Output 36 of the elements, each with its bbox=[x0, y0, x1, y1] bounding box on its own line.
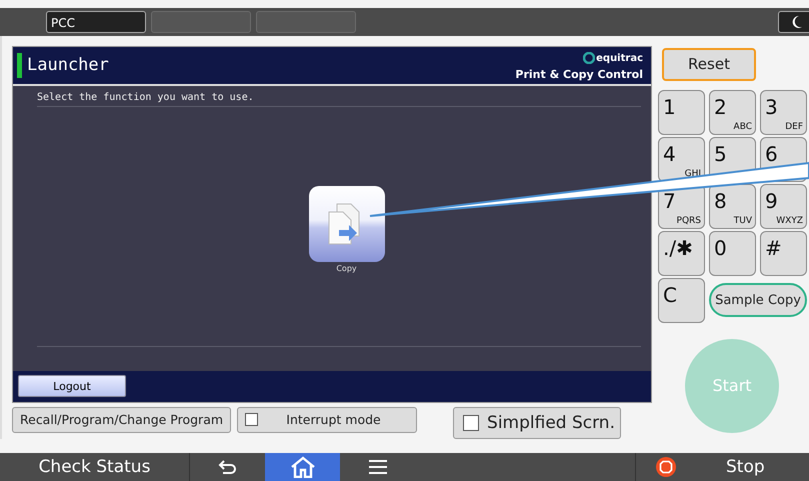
brand-subtitle: Print & Copy Control bbox=[515, 68, 643, 82]
stop-icon bbox=[656, 456, 676, 477]
keypad-key[interactable]: 2 ABC bbox=[709, 90, 756, 135]
top-tab[interactable]: PCC bbox=[46, 10, 146, 33]
sample-copy-button[interactable]: Sample Copy bbox=[709, 283, 807, 318]
checkbox[interactable] bbox=[463, 414, 480, 431]
logout-button[interactable]: Logout bbox=[18, 375, 126, 398]
keypad-key[interactable]: 1 bbox=[658, 90, 705, 135]
launcher-title: Launcher bbox=[27, 55, 109, 76]
recall-program-button[interactable]: Recall/Program/Change Program bbox=[12, 406, 232, 433]
back-arrow-icon bbox=[218, 460, 238, 474]
keypad-key[interactable]: 4 GHI bbox=[658, 136, 705, 182]
copy-app-button[interactable] bbox=[308, 186, 384, 262]
keypad-key[interactable]: 8 TUV bbox=[709, 184, 756, 229]
toggle-button[interactable]: Interrupt mode bbox=[237, 406, 418, 433]
home-button[interactable] bbox=[265, 452, 340, 481]
checkbox[interactable] bbox=[245, 413, 258, 426]
status-bar-mark bbox=[17, 52, 22, 78]
menu-icon bbox=[368, 460, 386, 474]
keypad-key[interactable]: 3 DEF bbox=[760, 90, 807, 135]
stop-button[interactable]: Stop bbox=[635, 452, 809, 481]
keypad-key[interactable]: # bbox=[760, 230, 807, 276]
toggle-button[interactable]: Simplfied Scrn. bbox=[453, 406, 621, 439]
reset-button[interactable]: Reset bbox=[662, 48, 756, 81]
sleep-button[interactable] bbox=[778, 10, 809, 33]
logo-icon bbox=[583, 52, 596, 64]
home-icon bbox=[290, 456, 316, 478]
keypad-key[interactable]: C bbox=[658, 278, 705, 323]
brand-name: equitrac bbox=[596, 53, 643, 64]
app-label: Copy bbox=[336, 264, 357, 273]
instruction-text: Select the function you want to use. bbox=[37, 86, 641, 107]
moon-icon bbox=[791, 14, 803, 29]
keypad-key[interactable]: ./✱ bbox=[658, 230, 705, 276]
keypad-key[interactable]: 0 bbox=[709, 230, 756, 276]
check-status-button[interactable]: Check Status bbox=[0, 452, 190, 481]
keypad-key[interactable]: 9 WXYZ bbox=[760, 184, 807, 229]
